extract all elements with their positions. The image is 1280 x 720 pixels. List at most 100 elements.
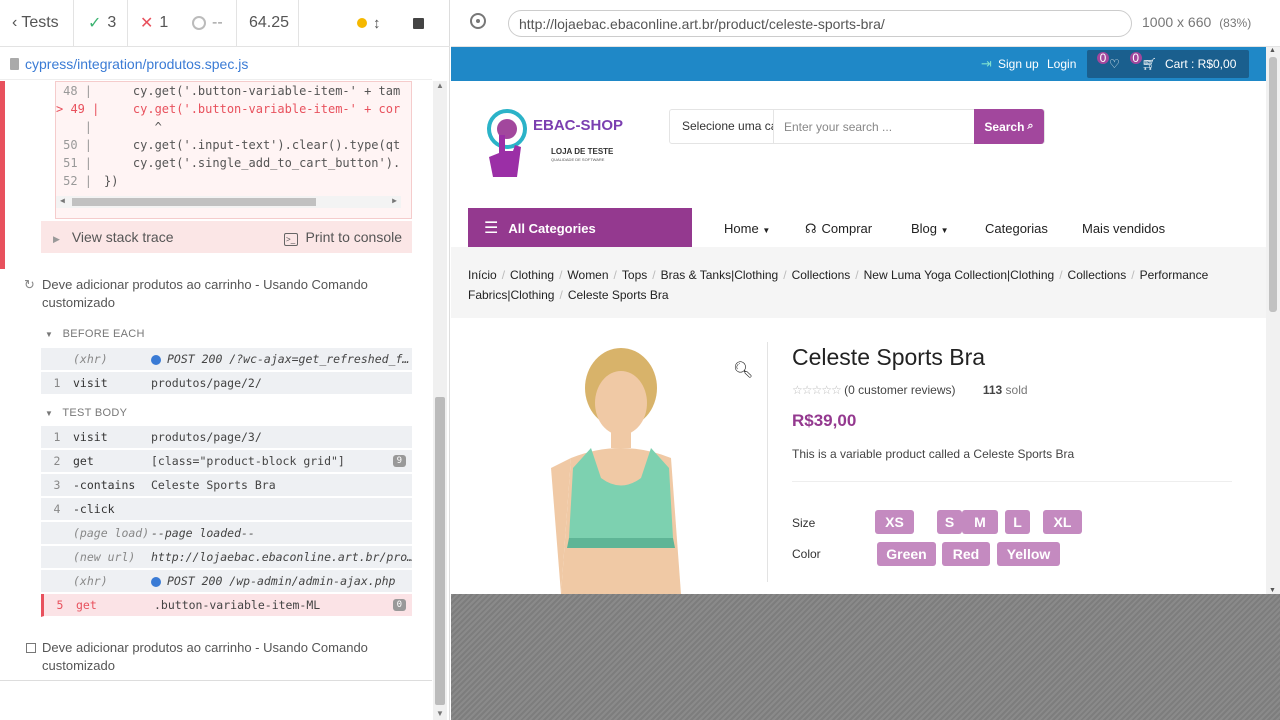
- breadcrumb: Início / Clothing / Women / Tops / Bras & Tanks|…: [451, 247, 1266, 318]
- runner-scrollbar[interactable]: ▲ ▼: [433, 81, 447, 720]
- all-categories-label: All Categories: [508, 220, 596, 236]
- login-link[interactable]: Login: [1047, 57, 1076, 71]
- code-text: cy.get('.button-variable-item-' + tam: [104, 84, 401, 98]
- command-message: [class="product-block grid"]: [151, 454, 345, 468]
- running-indicator[interactable]: ↕: [299, 0, 395, 47]
- view-stack-trace-toggle[interactable]: ▶ View stack trace: [53, 229, 173, 245]
- spec-path-bar: cypress/integration/produtos.spec.js: [0, 48, 432, 80]
- breadcrumb-item[interactable]: New Luma Yoga Collection|Clothing: [864, 268, 1055, 282]
- view-stack-trace-label: View stack trace: [71, 229, 174, 245]
- failed-count: ✕ 1: [128, 0, 180, 47]
- command-row[interactable]: 1 visit produtos/page/2/: [41, 372, 412, 395]
- code-scroll-thumb[interactable]: [72, 198, 316, 206]
- test-title-running[interactable]: ↻ Deve adicionar produtos ao carrinho - …: [24, 276, 384, 312]
- rating-row: ☆☆☆☆☆ (0 customer reviews) 113 sold: [792, 383, 1028, 397]
- file-icon: [10, 57, 19, 70]
- breadcrumb-item[interactable]: Collections: [1068, 268, 1127, 282]
- size-option[interactable]: XL: [1043, 510, 1082, 534]
- search-button[interactable]: Search ⌕: [974, 109, 1044, 144]
- command-row[interactable]: (xhr) POST 200 /wp-admin/admin-ajax.php: [41, 570, 412, 593]
- command-number: 1: [53, 376, 61, 390]
- x-icon: ✕: [140, 15, 154, 32]
- scroll-up-icon: ▲: [436, 81, 444, 90]
- product-image: [551, 348, 681, 594]
- test-body-label: TEST BODY: [62, 407, 128, 419]
- line-number: 51 |: [63, 156, 92, 170]
- heart-icon: ♡: [1109, 57, 1120, 71]
- menu-comprar-label: Comprar: [821, 221, 873, 236]
- command-row[interactable]: (new url) http://lojaebac.ebaconline.art.…: [41, 546, 412, 569]
- breadcrumb-item[interactable]: Início: [468, 268, 497, 282]
- cart-button[interactable]: 0 ♡ 0 🛒︎ Cart : R$0,00: [1087, 50, 1249, 78]
- stop-button[interactable]: [395, 0, 445, 47]
- product-title: Celeste Sports Bra: [792, 344, 986, 370]
- signup-icon: ⇥: [981, 56, 992, 71]
- page-scrollbar[interactable]: ▲ ▼: [1266, 47, 1280, 594]
- command-row[interactable]: (xhr) POST 200 /?wc-ajax=get_refreshed_f…: [41, 348, 412, 371]
- command-row[interactable]: (page load) --page loaded--: [41, 522, 412, 545]
- command-message: produtos/page/2/: [151, 376, 262, 390]
- breadcrumb-item[interactable]: Clothing: [510, 268, 554, 282]
- signup-link[interactable]: Sign up: [998, 57, 1039, 71]
- command-log: 48 | cy.get('.button-variable-item-' + t…: [0, 81, 432, 681]
- viewport-scale: (83%): [1219, 16, 1252, 30]
- star-rating-icon: ☆☆☆☆☆: [792, 383, 842, 397]
- breadcrumb-separator: /: [559, 288, 563, 302]
- viewport-dimensions: 1000 x 660: [1142, 14, 1212, 30]
- size-option[interactable]: M: [962, 510, 998, 534]
- reviews-link[interactable]: (0 customer reviews): [844, 383, 955, 397]
- print-to-console-button[interactable]: >_ Print to console: [283, 229, 402, 246]
- before-each-hook[interactable]: ▼ BEFORE EACH: [45, 328, 145, 340]
- menu-home[interactable]: Home ▼: [724, 221, 770, 236]
- command-name: get: [73, 454, 94, 468]
- line-number: > 49 |: [56, 102, 100, 116]
- command-number: 5: [56, 598, 64, 612]
- test-title-label: Deve adicionar produtos ao carrinho - Us…: [42, 277, 368, 310]
- runner-scroll-thumb[interactable]: [435, 397, 445, 705]
- size-option[interactable]: XS: [875, 510, 914, 534]
- command-row[interactable]: 5 get .button-variable-item-ML 0: [41, 594, 412, 617]
- color-option[interactable]: Green: [877, 542, 936, 566]
- breadcrumb-item[interactable]: Collections: [792, 268, 851, 282]
- command-row[interactable]: 1 visit produtos/page/3/: [41, 426, 412, 449]
- command-message-wrap: POST 200 /wp-admin/admin-ajax.php: [151, 574, 412, 588]
- command-row[interactable]: 2 get [class="product-block grid"] 9: [41, 450, 412, 473]
- page-scroll-thumb[interactable]: [1269, 57, 1277, 312]
- caret-down-icon: ▼: [762, 226, 771, 235]
- menu-mais-vendidos[interactable]: Mais vendidos: [1082, 221, 1165, 236]
- command-message-wrap: http://lojaebac.ebaconline.art.br/pro…: [151, 550, 412, 564]
- menu-home-label: Home: [724, 221, 759, 236]
- breadcrumb-item[interactable]: Tops: [622, 268, 647, 282]
- menu-categorias[interactable]: Categorias: [985, 221, 1048, 236]
- scroll-right-icon: ▶: [392, 196, 397, 205]
- cart-count: 0: [1129, 52, 1142, 64]
- crosshair-dot-icon: [476, 19, 480, 23]
- color-option[interactable]: Yellow: [997, 542, 1060, 566]
- breadcrumb-item[interactable]: Bras & Tanks|Clothing: [661, 268, 779, 282]
- category-select[interactable]: Selecione uma cat: [670, 110, 774, 143]
- test-body-hook[interactable]: ▼ TEST BODY: [45, 407, 127, 419]
- command-row[interactable]: 3 -contains Celeste Sports Bra: [41, 474, 412, 497]
- divider: [0, 680, 432, 681]
- shop-logo[interactable]: EBAC-SHOP LOJA DE TESTE QUALIDADE DE SOF…: [481, 105, 631, 195]
- element-count-badge: 0: [392, 599, 406, 611]
- test-title-pending[interactable]: Deve adicionar produtos ao carrinho - Us…: [24, 639, 384, 675]
- runner-header: ‹ Tests ✓ 3 ✕ 1 -- 64.25 ↕: [0, 0, 450, 47]
- breadcrumb-item[interactable]: Women: [567, 268, 608, 282]
- command-number: 2: [53, 454, 61, 468]
- spec-path[interactable]: cypress/integration/produtos.spec.js: [25, 56, 248, 72]
- command-row[interactable]: 4 -click: [41, 498, 412, 521]
- search-input[interactable]: Enter your search ...: [774, 120, 974, 134]
- xhr-dot-icon: [151, 354, 161, 365]
- zoom-icon[interactable]: 🔍︎: [733, 360, 753, 380]
- menu-comprar[interactable]: ☊ Comprar: [805, 221, 872, 237]
- url-field[interactable]: http://lojaebac.ebaconline.art.br/produc…: [508, 10, 1132, 37]
- back-to-tests-button[interactable]: ‹ Tests: [0, 0, 74, 47]
- menu-blog[interactable]: Blog ▼: [911, 221, 949, 236]
- command-message-wrap: produtos/page/2/: [151, 376, 412, 390]
- code-frame-scrollbar[interactable]: ◀ ▶: [56, 196, 401, 208]
- size-option[interactable]: L: [1005, 510, 1030, 534]
- color-option[interactable]: Red: [942, 542, 990, 566]
- size-option[interactable]: S: [937, 510, 962, 534]
- all-categories-button[interactable]: ☰ All Categories: [468, 208, 692, 248]
